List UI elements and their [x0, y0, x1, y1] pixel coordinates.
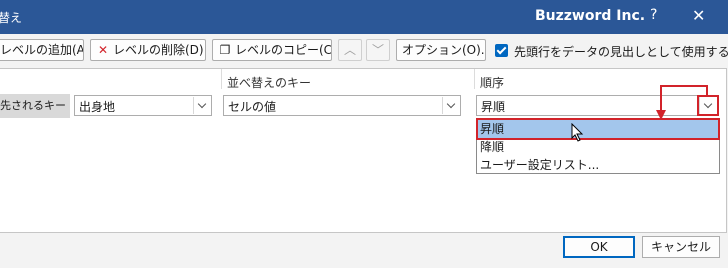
title-bar: 替え Buzzword Inc. ? ✕	[0, 0, 728, 34]
ok-button[interactable]: OK	[563, 236, 635, 258]
help-icon[interactable]: ?	[650, 7, 657, 23]
copy-icon: ❐	[219, 43, 231, 57]
order-header: 順序	[480, 76, 505, 90]
header-row-checkbox-label: 先頭行をデータの見出しとして使用する(H)	[514, 45, 728, 59]
order-option-ascending[interactable]: 昇順	[476, 118, 720, 140]
column-combo[interactable]: 出身地	[74, 95, 212, 116]
order-value: 昇順	[481, 100, 506, 114]
move-up-button[interactable]: ︿	[338, 39, 362, 61]
chevron-down-icon[interactable]	[442, 97, 459, 114]
sort-on-header: 並べ替えのキー	[227, 76, 312, 90]
column-value: 出身地	[79, 100, 116, 114]
chevron-down-icon: ﹀	[371, 43, 384, 57]
delete-level-button[interactable]: ✕ レベルの削除(D)	[90, 39, 206, 61]
header-row-checkbox[interactable]	[495, 44, 508, 57]
options-button[interactable]: オプション(O)...	[396, 39, 486, 61]
sort-on-value: セルの値	[228, 100, 277, 114]
order-dropdown-list: 昇順 降順 ユーザー設定リスト...	[476, 118, 720, 174]
order-option-descending[interactable]: 降順	[478, 138, 718, 156]
delete-level-label: レベルの削除(D)	[113, 43, 204, 57]
copy-level-label: レベルのコピー(C)	[235, 43, 332, 57]
options-label: オプション(O)...	[402, 43, 486, 57]
sort-key-label: 先されるキー	[0, 94, 70, 118]
delete-icon: ✕	[97, 43, 109, 57]
cancel-button[interactable]: キャンセル	[642, 236, 720, 258]
column-divider	[474, 69, 475, 89]
window-title: 替え	[0, 11, 23, 25]
add-level-button[interactable]: レベルの追加(A)	[0, 39, 84, 61]
chevron-up-icon: ︿	[343, 43, 356, 57]
order-option-custom-list[interactable]: ユーザー設定リスト...	[478, 156, 718, 174]
brand-label: Buzzword Inc.	[535, 8, 646, 24]
move-down-button[interactable]: ﹀	[366, 39, 390, 61]
close-icon[interactable]: ✕	[692, 6, 705, 25]
add-level-label: レベルの追加(A)	[0, 43, 84, 57]
mouse-cursor-icon	[571, 123, 584, 142]
column-divider	[221, 69, 222, 89]
chevron-down-icon[interactable]	[193, 97, 210, 114]
copy-level-button[interactable]: ❐ レベルのコピー(C)	[212, 39, 332, 61]
sort-on-combo[interactable]: セルの値	[223, 95, 461, 116]
